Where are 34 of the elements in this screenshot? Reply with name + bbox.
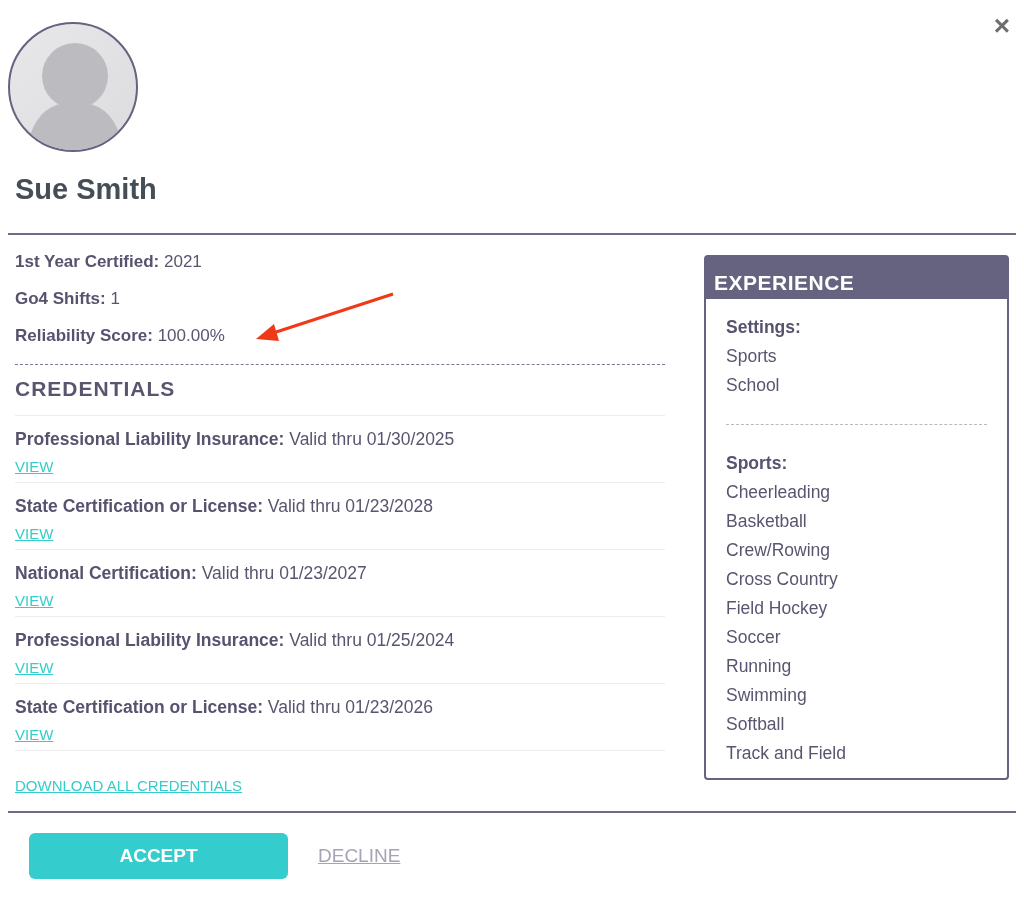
experience-item: Swimming: [726, 684, 808, 707]
experience-heading: EXPERIENCE: [706, 257, 1007, 299]
experience-item: Crew/Rowing: [726, 539, 832, 562]
experience-item: Track and Field: [726, 742, 847, 765]
credential-line: National Certification: Valid thru 01/23/2027: [15, 562, 367, 585]
experience-item: Field Hockey: [726, 597, 829, 620]
experience-item: Cheerleading: [726, 481, 832, 504]
decline-link[interactable]: DECLINE: [318, 845, 401, 867]
download-all-link[interactable]: DOWNLOAD ALL CREDENTIALS: [15, 775, 242, 797]
close-button[interactable]: ×: [993, 12, 1010, 40]
credential-line: Professional Liability Insurance: Valid thru 01/25/2024: [15, 629, 455, 652]
experience-item: Sports: [726, 345, 778, 368]
credential-line: State Certification or License: Valid thru 01/23/2028: [15, 495, 433, 518]
view-link[interactable]: VIEW: [15, 523, 54, 545]
credentials-heading: CREDENTIALS: [15, 377, 177, 401]
experience-item: Basketball: [726, 510, 808, 533]
stat-line: 1st Year Certified: 2021: [15, 251, 203, 273]
experience-item: Softball: [726, 713, 786, 736]
profile-name: Sue Smith: [15, 172, 158, 206]
view-link[interactable]: VIEW: [15, 657, 54, 679]
credential-line: Professional Liability Insurance: Valid thru 01/30/2025: [15, 428, 455, 451]
stat-line: Go4 Shifts: 1: [15, 288, 121, 310]
group-label: Settings:: [726, 316, 802, 339]
stat-line: Reliability Score: 100.00%: [15, 325, 226, 347]
view-link[interactable]: VIEW: [15, 456, 54, 478]
view-link[interactable]: VIEW: [15, 724, 54, 746]
credential-line: State Certification or License: Valid thru 01/23/2026: [15, 696, 433, 719]
experience-item: Running: [726, 655, 793, 678]
view-link[interactable]: VIEW: [15, 590, 54, 612]
group-label: Sports:: [726, 452, 789, 475]
experience-item: School: [726, 374, 781, 397]
experience-item: Cross Country: [726, 568, 839, 591]
accept-button[interactable]: ACCEPT: [29, 833, 288, 879]
experience-item: Soccer: [726, 626, 782, 649]
